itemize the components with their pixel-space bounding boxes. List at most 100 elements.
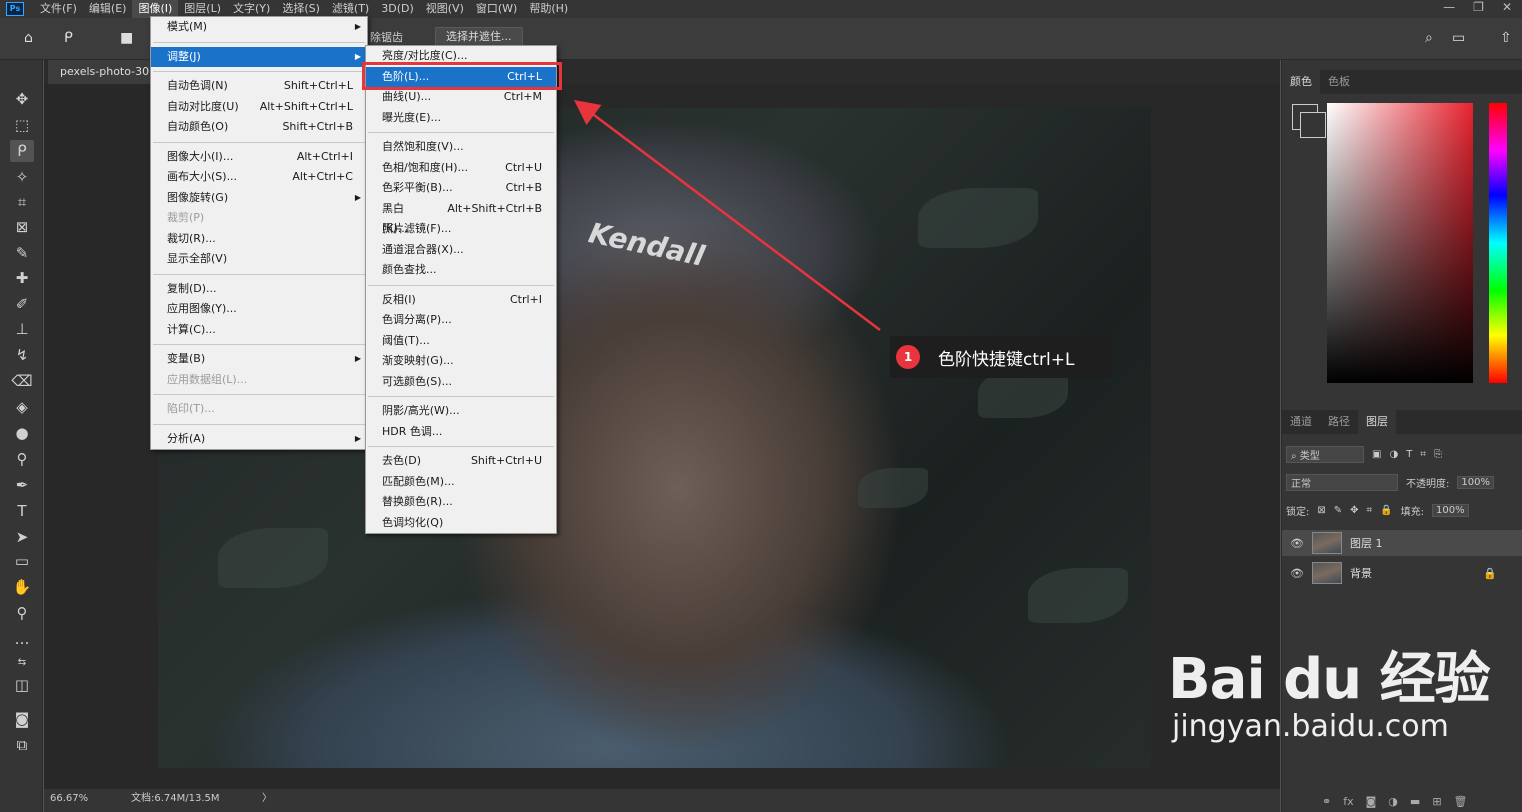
search-icon[interactable]: ⌕ <box>1425 30 1433 46</box>
dodge-tool-icon[interactable]: ⚲ <box>10 448 34 470</box>
history-brush-icon[interactable]: ↯ <box>10 344 34 366</box>
menu-item[interactable]: 可选颜色(S)... <box>366 372 556 393</box>
menu-item[interactable]: 色调均化(Q) <box>366 513 556 534</box>
type-tool-icon[interactable]: T <box>10 500 34 522</box>
menu-item[interactable]: 反相(I) Ctrl+I <box>366 290 556 311</box>
menu-item[interactable]: HDR 色调... <box>366 422 556 443</box>
visibility-eye-icon[interactable]: 👁 <box>1282 567 1312 580</box>
more-tools-icon[interactable]: … <box>10 628 34 650</box>
layer-name[interactable]: 图层 1 <box>1350 535 1383 551</box>
menu-item[interactable]: 曝光度(E)... <box>366 108 556 129</box>
hand-tool-icon[interactable]: ✋ <box>10 576 34 598</box>
menu-item[interactable]: 裁切(R)... <box>151 229 367 250</box>
fill-input[interactable]: 100% <box>1432 503 1469 517</box>
marquee-tool-icon[interactable]: ⬚ <box>10 114 34 136</box>
tab-color[interactable]: 颜色 <box>1282 70 1320 94</box>
maximize-button[interactable]: ❐ <box>1473 0 1484 14</box>
lock-paint-icon[interactable]: ✎ <box>1334 505 1342 516</box>
menu-item[interactable]: 计算(C)... <box>151 320 367 341</box>
layer-row[interactable]: 👁 背景 🔒 <box>1282 560 1522 586</box>
menu-item[interactable]: 分析(A) ▶ <box>151 429 367 450</box>
menu-item[interactable]: 自然饱和度(V)... <box>366 137 556 158</box>
home-icon[interactable]: ⌂ <box>24 30 33 46</box>
path-selection-icon[interactable]: ➤ <box>10 526 34 548</box>
blur-tool-icon[interactable]: ● <box>10 422 34 444</box>
zoom-level[interactable]: 66.67% <box>50 789 88 809</box>
menu-item[interactable]: 图像大小(I)... Alt+Ctrl+I <box>151 147 367 168</box>
menu-item[interactable]: 显示全部(V) <box>151 249 367 270</box>
filter-type-icon[interactable]: T <box>1406 449 1412 460</box>
stamp-tool-icon[interactable]: ⊥ <box>10 318 34 340</box>
move-tool-icon[interactable]: ✥ <box>10 88 34 110</box>
layer-row[interactable]: 👁 图层 1 <box>1282 530 1522 556</box>
workspace-icon[interactable]: ▭ <box>1452 30 1465 46</box>
opacity-input[interactable]: 100% <box>1457 475 1494 489</box>
menu-item[interactable]: 自动颜色(O) Shift+Ctrl+B <box>151 117 367 138</box>
folder-icon[interactable]: ▬ <box>1410 795 1420 808</box>
screen-mode-icon[interactable]: ⧉ <box>10 734 34 756</box>
eraser-tool-icon[interactable]: ⌫ <box>10 370 34 392</box>
quick-mask-icon[interactable]: ◙ <box>10 708 34 730</box>
menu-item[interactable]: 色调分离(P)... <box>366 310 556 331</box>
link-icon[interactable]: ⚭ <box>1322 795 1331 808</box>
menu-item[interactable]: 颜色查找... <box>366 260 556 281</box>
frame-tool-icon[interactable]: ⊠ <box>10 216 34 238</box>
fx-icon[interactable]: fx <box>1343 795 1353 808</box>
menu-1[interactable]: 编辑(E) <box>83 0 133 18</box>
menu-item[interactable]: 阈值(T)... <box>366 331 556 352</box>
trash-icon[interactable]: 🗑 <box>1454 795 1468 808</box>
crop-tool-icon[interactable]: ⌗ <box>10 191 34 213</box>
menu-item[interactable]: 阴影/高光(W)... <box>366 401 556 422</box>
menu-item[interactable]: 应用图像(Y)... <box>151 299 367 320</box>
filter-adjustment-icon[interactable]: ◑ <box>1389 449 1398 460</box>
menu-item[interactable]: 黑白(K)... Alt+Shift+Ctrl+B <box>366 199 556 236</box>
filter-smart-icon[interactable]: ⎘ <box>1434 449 1442 460</box>
visibility-eye-icon[interactable]: 👁 <box>1282 537 1312 550</box>
menu-item[interactable]: 曲线(U)... Ctrl+M <box>366 87 556 108</box>
menu-8[interactable]: 视图(V) <box>420 0 470 18</box>
menu-item[interactable]: 图像旋转(G) ▶ <box>151 188 367 209</box>
tab-paths[interactable]: 路径 <box>1320 410 1358 434</box>
menu-item[interactable]: 调整(J) ▶ <box>151 46 367 67</box>
new-layer-icon[interactable]: ⊞ <box>1432 795 1441 808</box>
tab-swatches[interactable]: 色板 <box>1320 70 1358 94</box>
lasso-tool-icon[interactable]: ᑭ <box>64 30 73 46</box>
color-swatches-icon[interactable]: ◫ <box>10 674 34 696</box>
menu-item[interactable]: 色相/饱和度(H)... Ctrl+U <box>366 158 556 179</box>
menu-item[interactable]: 裁剪(P) <box>151 208 367 229</box>
tab-layers[interactable]: 图层 <box>1358 410 1396 434</box>
menu-item[interactable]: 去色(D) Shift+Ctrl+U <box>366 451 556 472</box>
menu-10[interactable]: 帮助(H) <box>523 0 574 18</box>
layer-kind-filter[interactable]: ⌕ 类型 <box>1286 445 1364 463</box>
menu-item[interactable]: 渐变映射(G)... <box>366 351 556 372</box>
menu-item[interactable]: 匹配颜色(M)... <box>366 472 556 493</box>
lock-artboard-icon[interactable]: ⌗ <box>1367 505 1373 516</box>
share-icon[interactable]: ⇧ <box>1500 30 1512 46</box>
hue-slider[interactable] <box>1489 103 1507 383</box>
lock-all-icon[interactable]: 🔒 <box>1380 505 1392 516</box>
status-arrow[interactable]: 〉 <box>262 789 272 809</box>
magic-wand-tool-icon[interactable]: ✧ <box>10 166 34 188</box>
menu-item[interactable]: 色彩平衡(B)... Ctrl+B <box>366 178 556 199</box>
menu-9[interactable]: 窗口(W) <box>470 0 523 18</box>
menu-item[interactable]: 模式(M) ▶ <box>151 17 367 38</box>
lock-pixels-icon[interactable]: ⊠ <box>1317 505 1325 516</box>
brush-tool-icon[interactable]: ✐ <box>10 293 34 315</box>
eyedropper-tool-icon[interactable]: ✎ <box>10 242 34 264</box>
menu-7[interactable]: 3D(D) <box>375 0 420 18</box>
healing-brush-icon[interactable]: ✚ <box>10 267 34 289</box>
mask-icon[interactable]: ◙ <box>1366 795 1377 808</box>
background-color-swatch[interactable] <box>1300 112 1326 138</box>
tab-channels[interactable]: 通道 <box>1282 410 1320 434</box>
select-and-mask-button[interactable]: 选择并遮住... <box>435 27 523 47</box>
zoom-tool-icon[interactable]: ⚲ <box>10 602 34 624</box>
adjustment-icon[interactable]: ◑ <box>1388 795 1398 808</box>
menu-item[interactable]: 应用数据组(L)... <box>151 370 367 391</box>
menu-item[interactable]: 陷印(T)... <box>151 399 367 420</box>
menu-item[interactable]: 替换颜色(R)... <box>366 492 556 513</box>
close-button[interactable]: ✕ <box>1502 0 1512 14</box>
lock-position-icon[interactable]: ✥ <box>1350 505 1358 516</box>
layer-name[interactable]: 背景 <box>1350 565 1372 581</box>
menu-item[interactable]: 照片滤镜(F)... <box>366 219 556 240</box>
menu-item[interactable]: 通道混合器(X)... <box>366 240 556 261</box>
